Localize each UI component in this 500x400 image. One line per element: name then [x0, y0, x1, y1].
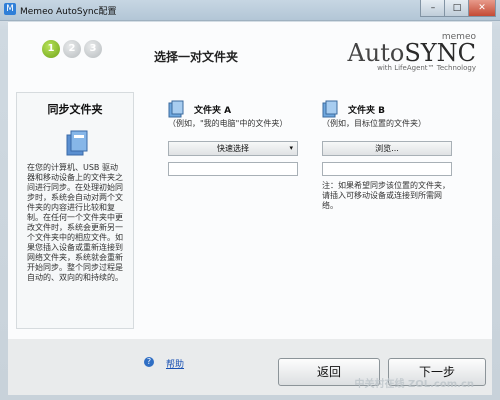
help-link[interactable]: 帮助	[166, 357, 184, 370]
logo-autosync-text: AutoSYNC	[347, 39, 476, 67]
app-icon: M	[4, 3, 16, 15]
step-indicator: 1 2 3	[42, 40, 102, 58]
sync-folders-icon	[66, 130, 88, 156]
folder-a-quick-select-dropdown[interactable]: 快速选择 ▾	[168, 141, 298, 156]
maximize-button[interactable]: □	[444, 0, 470, 17]
page-title: 选择一对文件夹	[154, 50, 239, 64]
logo-auto: Auto	[347, 39, 405, 67]
application-window: M Memeo AutoSync配置 – □ ✕ 1 2 3 选择一对文件夹 m…	[0, 0, 500, 400]
folder-a-path-field[interactable]	[168, 162, 298, 176]
wizard-footer: ? 帮助 返回 下一步 中关村在线 ZOL.com.cn	[8, 339, 492, 395]
step-1: 1	[42, 40, 60, 58]
watermark: 中关村在线 ZOL.com.cn	[354, 379, 474, 390]
folder-b-browse-button[interactable]: 浏览...	[322, 141, 452, 156]
info-panel-description: 在您的计算机、USB 驱动器和移动设备上的文件夹之间进行同步。在处理初始同步时，…	[27, 163, 123, 282]
chevron-down-icon: ▾	[289, 144, 293, 152]
folder-b-icon	[322, 100, 338, 118]
step-2: 2	[63, 40, 81, 58]
info-panel: 同步文件夹 在您的计算机、USB 驱动器和移动设备上的文件夹之间进行同步。在处理…	[16, 92, 134, 329]
info-panel-title: 同步文件夹	[47, 103, 103, 116]
folder-b-path-field[interactable]	[322, 162, 452, 176]
folder-a-quick-select-label: 快速选择	[217, 144, 249, 153]
wizard-header: 1 2 3 选择一对文件夹 memeo AutoSYNC with LifeAg…	[8, 22, 492, 85]
folder-b-subtitle: （例如，目标位置的文件夹）	[322, 119, 426, 128]
folder-b-title: 文件夹 B	[348, 106, 385, 116]
window-title: Memeo AutoSync配置	[20, 7, 117, 17]
folder-a-title: 文件夹 A	[194, 106, 232, 116]
minimize-button[interactable]: –	[420, 0, 446, 17]
title-bar: M Memeo AutoSync配置 – □ ✕	[0, 0, 500, 21]
help-icon[interactable]: ?	[144, 357, 154, 367]
wizard-body: 同步文件夹 在您的计算机、USB 驱动器和移动设备上的文件夹之间进行同步。在处理…	[8, 84, 492, 339]
memeo-autosync-logo: memeo AutoSYNC with LifeAgent™ Technolog…	[347, 32, 476, 72]
folder-a-subtitle: （例如，"我的电脑"中的文件夹）	[168, 119, 288, 128]
folder-a-icon	[168, 100, 184, 118]
logo-sync: SYNC	[404, 39, 476, 67]
sync-note: 注：如果希望同步该位置的文件夹，请插入可移动设备或连接到所需网络。	[322, 181, 450, 210]
step-3: 3	[84, 40, 102, 58]
close-button[interactable]: ✕	[468, 0, 496, 17]
